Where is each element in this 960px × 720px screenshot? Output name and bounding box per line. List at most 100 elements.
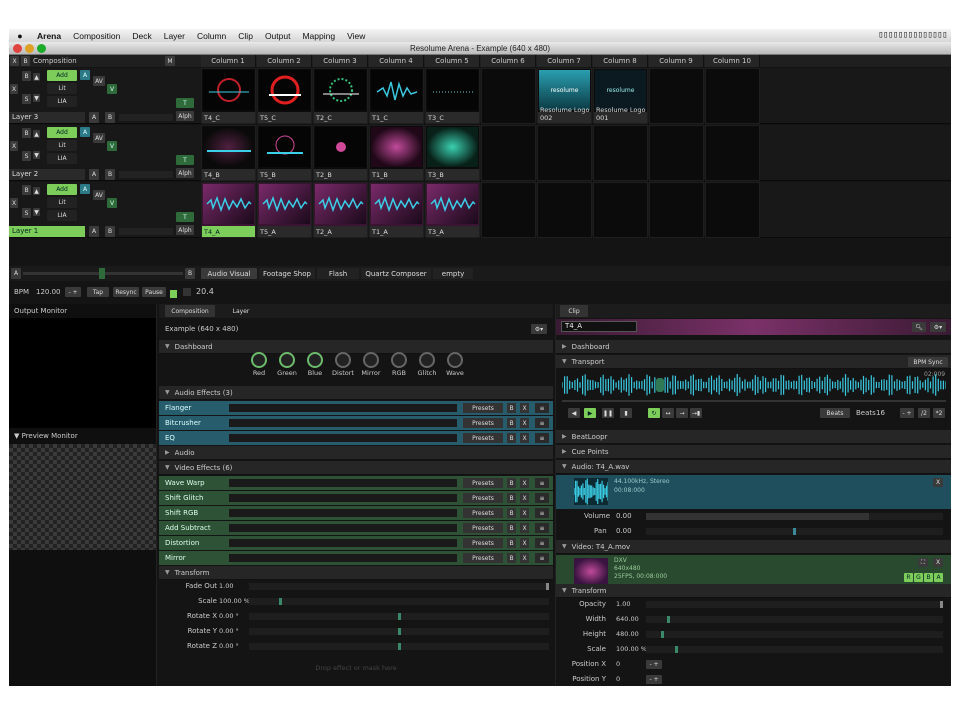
slider-handle[interactable]: [546, 583, 549, 590]
layer-bypass-button[interactable]: B: [22, 185, 31, 195]
tap-button[interactable]: Tap: [87, 287, 109, 297]
layer-autopilot-a[interactable]: A: [80, 184, 90, 194]
slider-handle[interactable]: [661, 631, 664, 638]
comp-param-value[interactable]: 100.00 %: [219, 597, 250, 605]
close-window-icon[interactable]: [13, 44, 22, 53]
clip-dashboard-section[interactable]: ▶ Dashboard: [556, 340, 951, 354]
half-beats-button[interactable]: /2: [918, 408, 930, 418]
pan-slider-handle[interactable]: [793, 528, 796, 535]
channel-b-toggle[interactable]: B: [924, 573, 933, 582]
layer-down-icon[interactable]: ▼: [33, 151, 40, 159]
output-monitor-view[interactable]: [9, 318, 156, 428]
fps-toggle[interactable]: [183, 288, 191, 296]
layer-clear-button[interactable]: X: [10, 141, 18, 151]
layer-solo-button[interactable]: S: [22, 208, 31, 218]
effect-mix-slider[interactable]: [229, 419, 457, 427]
menu-mapping[interactable]: Mapping: [296, 31, 341, 41]
layer-autopilot-a[interactable]: A: [80, 127, 90, 137]
pause-icon[interactable]: ❚❚: [602, 408, 614, 418]
composition-bypass-button[interactable]: B: [21, 56, 30, 66]
clip-slot[interactable]: T4_A: [201, 182, 256, 238]
restart-icon[interactable]: ▮: [620, 408, 632, 418]
video-effects-section[interactable]: ▼ Video Effects (6): [159, 461, 553, 475]
resync-button[interactable]: Resync: [113, 287, 139, 297]
effect-row-video-6[interactable]: Mirror Presets B X ≡: [159, 551, 553, 565]
layer-name-field[interactable]: Layer 1: [9, 226, 85, 237]
clip-slot[interactable]: [593, 125, 648, 181]
clip-param-value[interactable]: 0: [616, 675, 620, 683]
comp-param-slider[interactable]: [249, 628, 549, 635]
audio-section[interactable]: ▶ Audio: [159, 446, 553, 460]
knob-wave[interactable]: [447, 352, 463, 368]
clip-slot[interactable]: [481, 68, 536, 124]
effect-presets-dropdown[interactable]: Presets: [463, 538, 503, 548]
clip-slot[interactable]: [649, 182, 704, 238]
tab-clip[interactable]: Clip: [560, 305, 588, 317]
comp-param-slider[interactable]: [249, 583, 549, 590]
minimize-window-icon[interactable]: [25, 44, 34, 53]
clip-transform-section[interactable]: ▼ Transform: [556, 584, 951, 598]
layer-av-button[interactable]: AV: [93, 133, 105, 143]
effect-row-video-5[interactable]: Distortion Presets B X ≡: [159, 536, 553, 550]
cue-points-section[interactable]: ▶ Cue Points: [556, 445, 951, 459]
dashboard-section[interactable]: ▼ Dashboard: [159, 340, 553, 354]
play-once-icon[interactable]: →: [676, 408, 688, 418]
bounce-icon[interactable]: ↔: [662, 408, 674, 418]
blend-mode-add[interactable]: Add: [47, 184, 77, 195]
video-fullscreen-icon[interactable]: ⛶: [918, 558, 928, 567]
deck-tab-1[interactable]: Audio Visual: [201, 268, 257, 279]
effect-presets-dropdown[interactable]: Presets: [463, 523, 503, 533]
clip-slot[interactable]: T1_C: [369, 68, 424, 124]
column-header-8[interactable]: Column 8: [593, 55, 648, 67]
menu-output[interactable]: Output: [259, 31, 297, 41]
layer-autopilot-a[interactable]: A: [80, 70, 90, 80]
effect-bypass-button[interactable]: B: [507, 433, 516, 443]
position-nudge-buttons[interactable]: - +: [646, 660, 662, 669]
bpm-sync-dropdown[interactable]: BPM Sync: [908, 357, 948, 367]
effect-presets-dropdown[interactable]: Presets: [463, 403, 503, 413]
blend-mode-lit[interactable]: Lit: [47, 197, 77, 208]
clip-param-slider[interactable]: [646, 646, 943, 653]
audio-remove-button[interactable]: X: [933, 478, 943, 487]
effect-mix-slider[interactable]: [229, 524, 457, 532]
position-nudge-buttons[interactable]: - +: [646, 675, 662, 684]
beats-mode-dropdown[interactable]: Beats: [820, 408, 850, 418]
column-header-7[interactable]: Column 7: [537, 55, 592, 67]
effect-remove-button[interactable]: X: [520, 493, 529, 503]
clip-param-value[interactable]: 0: [616, 660, 620, 668]
master-button[interactable]: M: [165, 56, 175, 66]
slider-handle[interactable]: [667, 616, 670, 623]
effect-drag-handle[interactable]: ≡: [535, 478, 549, 488]
knob-distort[interactable]: [335, 352, 351, 368]
crossfader-b-button[interactable]: B: [185, 268, 195, 279]
transport-waveform[interactable]: [562, 374, 946, 398]
deck-tab-3[interactable]: Flash: [317, 268, 359, 279]
crossfader-handle[interactable]: [99, 268, 105, 279]
layer-v-button[interactable]: V: [107, 84, 117, 94]
effect-mix-slider[interactable]: [229, 509, 457, 517]
clip-slot[interactable]: T2_C: [313, 68, 368, 124]
effect-mix-slider[interactable]: [229, 404, 457, 412]
layer-name-field[interactable]: Layer 2: [9, 169, 85, 180]
layer-opacity-slider[interactable]: [119, 228, 173, 235]
column-header-6[interactable]: Column 6: [481, 55, 536, 67]
knob-blue[interactable]: [307, 352, 323, 368]
blend-mode-add[interactable]: Add: [47, 70, 77, 81]
clip-slot[interactable]: T2_A: [313, 182, 368, 238]
video-file-section[interactable]: ▼ Video: T4_A.mov: [556, 540, 951, 554]
layer-alpha-button[interactable]: Alph: [176, 111, 194, 121]
effect-row-audio-2[interactable]: Bitcrusher Presets B X ≡: [159, 416, 553, 430]
pan-value[interactable]: 0.00: [616, 527, 632, 535]
loop-icon[interactable]: ↻: [648, 408, 660, 418]
layer-name-field[interactable]: Layer 3: [9, 112, 85, 123]
comp-param-value[interactable]: 0.00 °: [219, 612, 239, 620]
clip-search-icon[interactable]: 🔍︎: [912, 322, 926, 332]
column-header-1[interactable]: Column 1: [201, 55, 256, 67]
deck-tab-2[interactable]: Footage Shop: [259, 268, 315, 279]
deck-tab-5[interactable]: empty: [433, 268, 473, 279]
menu-deck[interactable]: Deck: [126, 31, 157, 41]
layer-transition-button[interactable]: T: [176, 212, 194, 222]
layer-alpha-button[interactable]: Alph: [176, 225, 194, 235]
layer-down-icon[interactable]: ▼: [33, 94, 40, 102]
effect-row-video-2[interactable]: Shift Glitch Presets B X ≡: [159, 491, 553, 505]
